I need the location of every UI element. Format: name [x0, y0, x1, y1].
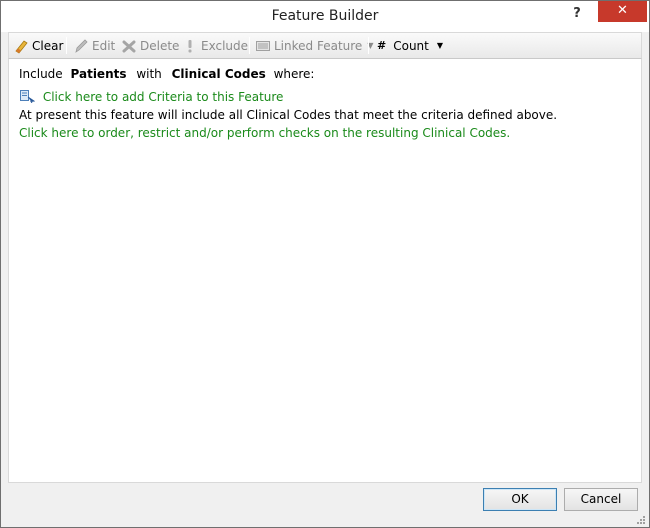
where-text: where:	[273, 67, 315, 81]
help-button[interactable]: ?	[567, 4, 587, 24]
linked-feature-label: Linked Feature	[274, 38, 363, 53]
exclamation-icon	[182, 38, 198, 54]
ok-button[interactable]: OK	[483, 488, 557, 511]
toolbar-separator	[66, 37, 67, 54]
title-bar: Feature Builder ? ✕	[1, 1, 649, 32]
patients-entity: Patients	[70, 67, 127, 81]
edit-button[interactable]: Edit	[73, 33, 115, 58]
clear-label: Clear	[32, 38, 64, 53]
list-icon	[255, 38, 271, 54]
count-label: Count	[393, 38, 429, 53]
resize-grip-icon[interactable]	[636, 514, 646, 524]
hash-icon: #	[377, 39, 387, 52]
close-button[interactable]: ✕	[598, 1, 647, 22]
present-info-text: At present this feature will include all…	[19, 108, 558, 122]
eraser-icon	[13, 38, 29, 54]
clear-button[interactable]: Clear	[13, 33, 63, 58]
add-criteria-icon	[19, 89, 36, 104]
delete-button[interactable]: Delete	[121, 33, 179, 58]
linked-feature-dropdown[interactable]: Linked Feature ▼	[255, 33, 373, 58]
window-title: Feature Builder	[271, 8, 379, 24]
order-restrict-link[interactable]: Click here to order, restrict and/or per…	[19, 126, 510, 140]
cancel-button[interactable]: Cancel	[564, 488, 638, 511]
edit-label: Edit	[92, 38, 116, 53]
with-text: with	[136, 67, 162, 81]
clinical-codes-entity: Clinical Codes	[171, 67, 266, 81]
delete-x-icon	[121, 38, 137, 54]
add-criteria-link[interactable]: Click here to add Criteria to this Featu…	[43, 90, 284, 104]
feature-builder-window: Feature Builder ? ✕ Clear Edit Delete Ex…	[0, 0, 650, 528]
toolbar-separator	[368, 37, 369, 54]
count-dropdown[interactable]: # Count ▼	[375, 33, 443, 58]
include-statement: Include Patients with Clinical Codes whe…	[19, 67, 314, 81]
exclude-button[interactable]: Exclude	[182, 33, 248, 58]
add-criteria-row[interactable]: Click here to add Criteria to this Featu…	[19, 89, 283, 104]
toolbar: Clear Edit Delete Exclude Linked Feature…	[8, 32, 642, 59]
pencil-icon	[73, 38, 89, 54]
chevron-down-icon: ▼	[436, 41, 444, 50]
include-text: Include	[19, 67, 63, 81]
exclude-label: Exclude	[201, 38, 249, 53]
feature-content-panel: Include Patients with Clinical Codes whe…	[8, 59, 642, 483]
toolbar-separator	[249, 37, 250, 54]
delete-label: Delete	[140, 38, 180, 53]
